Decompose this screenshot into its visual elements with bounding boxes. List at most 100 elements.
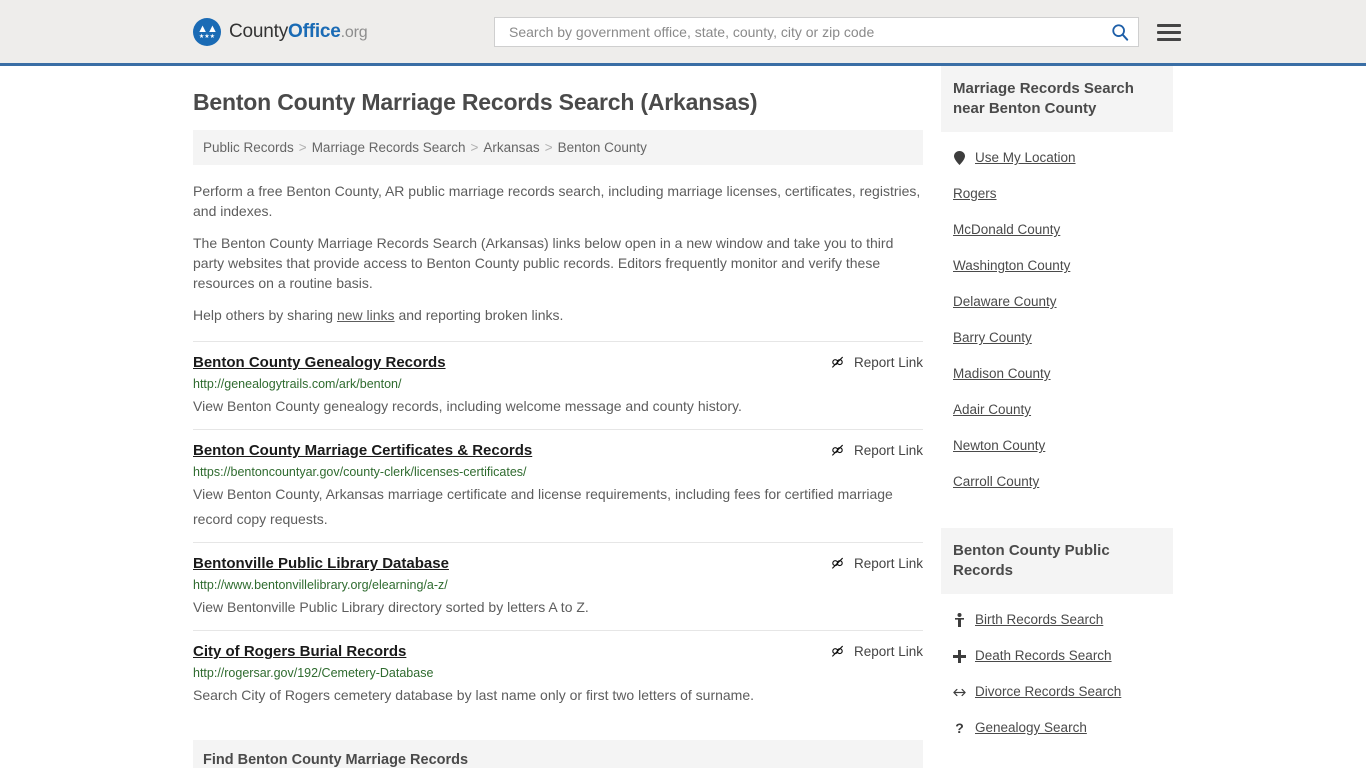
sidebar-link-label[interactable]: McDonald County xyxy=(953,222,1060,238)
stars-glyph: ★★★ xyxy=(198,33,216,40)
sidebar-link-label[interactable]: Genealogy Search xyxy=(975,720,1087,736)
main-column: Benton County Marriage Records Search (A… xyxy=(193,66,923,768)
header-search-area xyxy=(494,17,1181,47)
breadcrumb-separator-2: > xyxy=(470,140,479,155)
logo-text: CountyOffice.org xyxy=(229,20,368,43)
result-title-link[interactable]: City of Rogers Burial Records xyxy=(193,643,406,660)
sidebar: Marriage Records Search near Benton Coun… xyxy=(941,66,1173,768)
search-icon[interactable] xyxy=(1110,22,1130,42)
result-title-link[interactable]: Bentonville Public Library Database xyxy=(193,555,449,572)
hamburger-menu-icon[interactable] xyxy=(1157,23,1181,41)
report-link-label: Report Link xyxy=(853,355,923,370)
result-url: http://genealogytrails.com/ark/benton/ xyxy=(193,377,402,391)
sidebar-link-label[interactable]: Use My Location xyxy=(975,150,1076,166)
hamburger-bar-2 xyxy=(1157,30,1181,34)
broken-link-icon xyxy=(831,645,844,657)
page-body: Benton County Marriage Records Search (A… xyxy=(0,66,1366,768)
sidebar-item-use-my-location[interactable]: Use My Location xyxy=(953,140,1173,176)
report-link-button[interactable]: Report Link xyxy=(830,643,923,659)
sidebar-item-divorce-records-search[interactable]: Divorce Records Search xyxy=(953,674,1173,710)
search-input[interactable] xyxy=(507,23,1110,41)
hamburger-bar-3 xyxy=(1157,37,1181,41)
sidebar-item-madison-county[interactable]: Madison County xyxy=(953,356,1173,392)
find-records-section-header: Find Benton County Marriage Records xyxy=(193,740,923,768)
report-link-button[interactable]: Report Link xyxy=(830,555,923,571)
content-wrapper: Benton County Marriage Records Search (A… xyxy=(193,66,1173,768)
sidebar-item-birth-records-search[interactable]: Birth Records Search xyxy=(953,602,1173,638)
sidebar-link-label[interactable]: Delaware County xyxy=(953,294,1057,310)
sidebar-link-label[interactable]: Rogers xyxy=(953,186,997,202)
sidebar-item-newton-county[interactable]: Newton County xyxy=(953,428,1173,464)
nearby-searches-list: Use My Location Rogers McDonald County W… xyxy=(941,132,1173,500)
sidebar-link-label[interactable]: Adair County xyxy=(953,402,1031,418)
public-records-list: Birth Records Search Death Records Searc… xyxy=(941,594,1173,746)
sidebar-link-label[interactable]: Barry County xyxy=(953,330,1032,346)
logo-text-org: .org xyxy=(340,23,368,41)
result-url: http://rogersar.gov/192/Cemetery-Databas… xyxy=(193,666,434,680)
sidebar-link-label[interactable]: Washington County xyxy=(953,258,1070,274)
cross-icon xyxy=(953,649,966,663)
result-header: Bentonville Public Library Database Repo… xyxy=(193,555,923,572)
intro-text: Perform a free Benton County, AR public … xyxy=(193,181,923,325)
nearby-searches-panel: Marriage Records Search near Benton Coun… xyxy=(941,66,1173,500)
countyoffice-emblem-icon: ▲▲ ★★★ xyxy=(193,17,221,46)
result-title-link[interactable]: Benton County Genealogy Records xyxy=(193,354,446,371)
nearby-searches-heading: Marriage Records Search near Benton Coun… xyxy=(941,66,1173,132)
sidebar-item-washington-county[interactable]: Washington County xyxy=(953,248,1173,284)
breadcrumb-separator-1: > xyxy=(298,140,307,155)
public-records-heading: Benton County Public Records xyxy=(941,528,1173,594)
sidebar-link-label[interactable]: Birth Records Search xyxy=(975,612,1103,628)
site-logo[interactable]: ▲▲ ★★★ CountyOffice.org xyxy=(193,17,368,46)
result-item: Benton County Marriage Certificates & Re… xyxy=(193,429,923,542)
broken-link-icon xyxy=(831,557,844,569)
intro-paragraph-3: Help others by sharing new links and rep… xyxy=(193,305,923,325)
search-box[interactable] xyxy=(494,17,1139,47)
result-header: Benton County Genealogy Records Report L… xyxy=(193,354,923,371)
result-header: Benton County Marriage Certificates & Re… xyxy=(193,442,923,459)
baby-icon xyxy=(953,613,966,627)
sidebar-link-label[interactable]: Carroll County xyxy=(953,474,1039,490)
broken-link-icon xyxy=(831,356,844,368)
sidebar-link-label[interactable]: Newton County xyxy=(953,438,1045,454)
logo-text-county: County xyxy=(229,20,289,42)
sidebar-item-barry-county[interactable]: Barry County xyxy=(953,320,1173,356)
sidebar-link-label[interactable]: Death Records Search xyxy=(975,648,1112,664)
result-description: View Benton County, Arkansas marriage ce… xyxy=(193,486,893,527)
map-pin-icon xyxy=(953,151,966,165)
intro-paragraph-1: Perform a free Benton County, AR public … xyxy=(193,183,921,219)
sidebar-item-rogers[interactable]: Rogers xyxy=(953,176,1173,212)
breadcrumb-separator-3: > xyxy=(544,140,553,155)
hamburger-bar-1 xyxy=(1157,23,1181,27)
page-title: Benton County Marriage Records Search (A… xyxy=(193,89,758,115)
result-item: Bentonville Public Library Database Repo… xyxy=(193,542,923,630)
sidebar-item-genealogy-search[interactable]: ? Genealogy Search xyxy=(953,710,1173,746)
question-mark-icon: ? xyxy=(955,720,964,736)
result-item: Benton County Genealogy Records Report L… xyxy=(193,341,923,429)
report-link-label: Report Link xyxy=(853,443,923,458)
sidebar-item-death-records-search[interactable]: Death Records Search xyxy=(953,638,1173,674)
intro-p3-before: Help others by sharing xyxy=(193,307,337,323)
result-item: City of Rogers Burial Records Report Lin… xyxy=(193,630,923,718)
result-description: View Bentonville Public Library director… xyxy=(193,599,589,615)
report-link-label: Report Link xyxy=(853,644,923,659)
report-link-button[interactable]: Report Link xyxy=(830,354,923,370)
breadcrumb-item-arkansas[interactable]: Arkansas xyxy=(483,140,539,155)
sidebar-item-delaware-county[interactable]: Delaware County xyxy=(953,284,1173,320)
sidebar-item-mcdonald-county[interactable]: McDonald County xyxy=(953,212,1173,248)
new-links-link[interactable]: new links xyxy=(337,307,395,323)
result-header: City of Rogers Burial Records Report Lin… xyxy=(193,643,923,660)
breadcrumb-item-benton-county[interactable]: Benton County xyxy=(558,140,647,155)
intro-p3-after: and reporting broken links. xyxy=(394,307,564,323)
sidebar-item-carroll-county[interactable]: Carroll County xyxy=(953,464,1173,500)
sidebar-link-label[interactable]: Divorce Records Search xyxy=(975,684,1121,700)
sidebar-link-label[interactable]: Madison County xyxy=(953,366,1051,382)
logo-text-office: Office xyxy=(288,20,341,42)
result-description: Search City of Rogers cemetery database … xyxy=(193,687,755,703)
left-right-arrow-icon xyxy=(953,687,966,698)
breadcrumb-item-public-records[interactable]: Public Records xyxy=(203,140,294,155)
intro-paragraph-2: The Benton County Marriage Records Searc… xyxy=(193,235,894,291)
sidebar-item-adair-county[interactable]: Adair County xyxy=(953,392,1173,428)
result-title-link[interactable]: Benton County Marriage Certificates & Re… xyxy=(193,442,532,459)
report-link-button[interactable]: Report Link xyxy=(830,442,923,458)
breadcrumb-item-marriage-records-search[interactable]: Marriage Records Search xyxy=(312,140,466,155)
